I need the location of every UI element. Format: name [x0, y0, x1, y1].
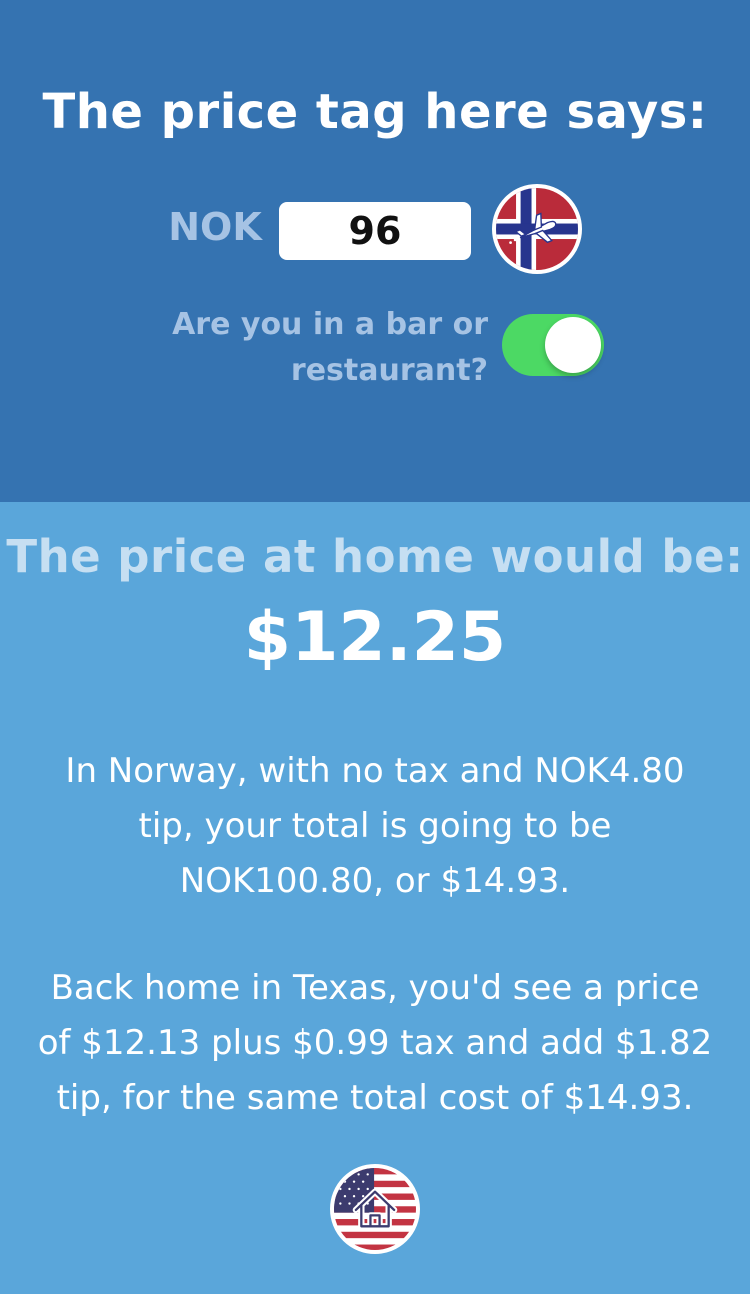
bar-restaurant-label: Are you in a bar or restaurant?	[140, 302, 488, 394]
top-panel: The price tag here says: NOK Are you in …	[0, 0, 750, 502]
toggle-label-line: restaurant?	[290, 353, 488, 388]
home-price-heading: The price at home would be:	[6, 530, 744, 583]
price-tag-heading: The price tag here says:	[42, 84, 708, 140]
paragraph-line: tip, your total is going to be	[138, 806, 612, 846]
paragraph-line: NOK100.80, or $14.93.	[179, 861, 571, 901]
foreign-total-paragraph: In Norway, with no tax and NOK4.80 tip, …	[20, 744, 730, 909]
paragraph-line: tip, for the same total cost of $14.93.	[56, 1078, 694, 1118]
usa-flag-house-icon[interactable]	[330, 1164, 420, 1254]
bar-restaurant-toggle[interactable]	[502, 314, 604, 376]
paragraph-line: of $12.13 plus $0.99 tax and add $1.82	[37, 1023, 713, 1063]
toggle-label-line: Are you in a bar or	[172, 307, 488, 342]
toggle-knob[interactable]	[545, 317, 601, 373]
home-price-value: $12.25	[243, 598, 507, 677]
norway-flag-airplane-icon[interactable]	[492, 184, 582, 274]
home-total-paragraph: Back home in Texas, you'd see a price of…	[20, 961, 730, 1126]
foreign-currency-code: NOK	[168, 205, 262, 249]
paragraph-line: Back home in Texas, you'd see a price	[50, 968, 700, 1008]
paragraph-line: In Norway, with no tax and NOK4.80	[65, 751, 685, 791]
price-input[interactable]	[279, 202, 471, 260]
